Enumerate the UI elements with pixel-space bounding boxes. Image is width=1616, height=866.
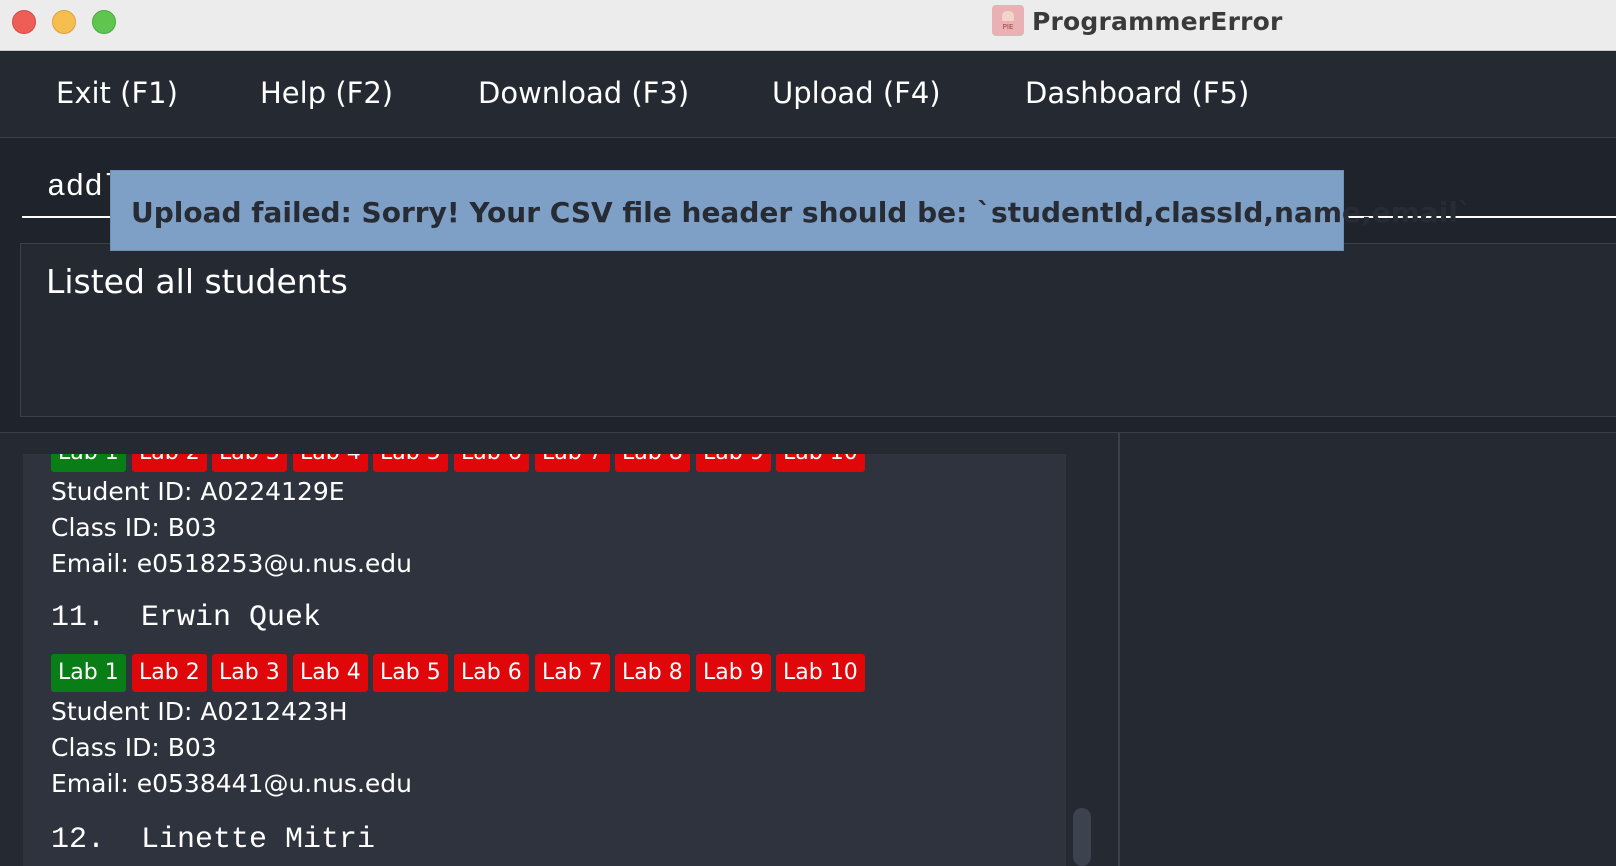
student-email: Email: e0538441@u.nus.edu (51, 769, 412, 798)
lab-badge: Lab 3 (212, 454, 287, 472)
lab-badge: Lab 5 (373, 454, 448, 472)
lab-badge: Lab 8 (615, 454, 690, 472)
result-text: Listed all students (46, 262, 348, 301)
list-item[interactable]: Lab 1 Lab 2 Lab 3 Lab 4 Lab 5 Lab 6 Lab 7 Lab 8… (51, 454, 865, 582)
lab-badge: Lab 4 (293, 454, 368, 472)
lab-badges: Lab 1Lab 2Lab 3Lab 4Lab 5Lab 6Lab 7Lab 8… (51, 654, 865, 694)
list-item[interactable]: 12. Linette Mitri (51, 818, 375, 862)
app-icon-label: PIE (1002, 23, 1014, 31)
class-id: Class ID: B03 (51, 733, 217, 762)
lab-badge: Lab 2 (132, 654, 207, 692)
menu-help[interactable]: Help (F2) (260, 76, 393, 110)
class-id: Class ID: B03 (51, 513, 217, 542)
result-display: Listed all students (20, 243, 1616, 417)
upload-error-toast: Upload failed: Sorry! Your CSV file head… (110, 170, 1472, 251)
title-bar: PIE ProgrammerError (0, 0, 1616, 51)
detail-panel (1120, 432, 1616, 866)
lab-badge: Lab 7 (535, 654, 610, 692)
lab-badge: Lab 9 (696, 454, 771, 472)
menu-upload[interactable]: Upload (F4) (772, 76, 941, 110)
menu-exit[interactable]: Exit (F1) (56, 76, 178, 110)
toast-message: Upload failed: Sorry! Your CSV file head… (131, 196, 1472, 229)
lab-badge: Lab 1 (51, 654, 126, 692)
student-list[interactable]: Lab 1Lab 2Lab 3Lab 4Lab 5Lab 6Lab 7Lab 8… (23, 454, 1066, 866)
lab-badge: Lab 2 (132, 454, 207, 472)
lab-badge: Lab 4 (293, 654, 368, 692)
list-item[interactable]: 11. Erwin Quek Lab 1 Lab 2 Lab 3 Lab 4 Lab 5… (51, 596, 865, 802)
student-email: Email: e0518253@u.nus.edu (51, 549, 412, 578)
app-icon: PIE (992, 5, 1024, 36)
student-id: Student ID: A0212423H (51, 697, 348, 726)
close-window-button[interactable] (12, 10, 36, 34)
lab-badge: Lab 9 (696, 654, 771, 692)
lab-badge: Lab 8 (615, 654, 690, 692)
menu-bar: Exit (F1) Help (F2) Download (F3) Upload… (0, 52, 1616, 138)
menu-dashboard[interactable]: Dashboard (F5) (1025, 76, 1249, 110)
lab-badge: Lab 6 (454, 454, 529, 472)
student-id: Student ID: A0224129E (51, 477, 345, 506)
lab-badge: Lab 10 (776, 654, 865, 692)
list-scrollbar[interactable] (1073, 808, 1091, 866)
student-name: 12. Linette Mitri (51, 823, 376, 857)
lab-badge: Lab 7 (535, 454, 610, 472)
lab-badge: Lab 5 (373, 654, 448, 692)
minimize-window-button[interactable] (52, 10, 76, 34)
lab-badge: Lab 1 (51, 454, 126, 472)
maximize-window-button[interactable] (92, 10, 116, 34)
lab-badge: Lab 10 (776, 454, 865, 472)
lab-badges: Lab 1 Lab 2 Lab 3 Lab 4 Lab 5 Lab 6 Lab 7 Lab 8… (51, 454, 865, 474)
menu-download[interactable]: Download (F3) (478, 76, 689, 110)
student-name: 11. Erwin Quek (51, 601, 322, 635)
window-title: ProgrammerError (1032, 7, 1283, 36)
lab-badge: Lab 3 (212, 654, 287, 692)
lab-badge: Lab 6 (454, 654, 529, 692)
